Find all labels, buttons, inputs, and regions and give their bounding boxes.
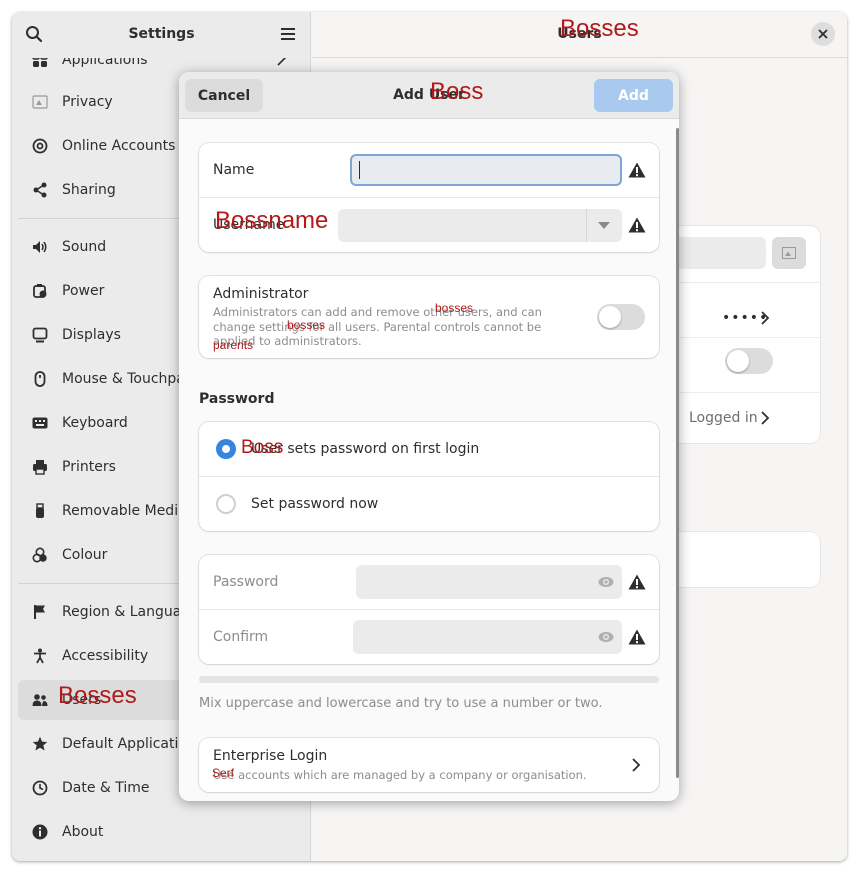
sidebar-item-about[interactable]: About bbox=[18, 812, 305, 852]
external-link-icon bbox=[276, 58, 290, 71]
flag-icon bbox=[32, 604, 48, 620]
edit-avatar-button[interactable] bbox=[772, 237, 806, 269]
overlay-label-bosses-admin-2: bosses bbox=[287, 318, 326, 332]
confirm-label: Confirm bbox=[213, 629, 269, 645]
sidebar-item-label: Date & Time bbox=[62, 780, 150, 796]
sidebar-title: Settings bbox=[128, 26, 195, 42]
name-label: Name bbox=[213, 162, 255, 178]
sidebar-item-label: Mouse & Touchpad bbox=[62, 371, 194, 387]
applications-icon bbox=[32, 58, 48, 68]
warning-icon bbox=[628, 217, 646, 233]
add-button[interactable]: Add bbox=[594, 79, 673, 112]
accessibility-icon bbox=[32, 648, 48, 664]
privacy-icon bbox=[32, 94, 48, 110]
dialog-header: Cancel Add User Add bbox=[179, 72, 679, 119]
sidebar-header: Settings bbox=[12, 12, 311, 58]
sidebar-item-label: Applications bbox=[62, 58, 148, 68]
overlay-label-bossname: Bossname bbox=[215, 207, 329, 234]
warning-icon bbox=[628, 574, 646, 590]
online-accounts-icon bbox=[32, 138, 48, 154]
radio-set-password-now[interactable] bbox=[216, 494, 236, 514]
administrator-switch[interactable] bbox=[597, 304, 645, 330]
confirm-input[interactable] bbox=[353, 620, 622, 654]
password-label: Password bbox=[213, 574, 279, 590]
automatic-login-switch[interactable] bbox=[725, 348, 773, 374]
enterprise-login-subtitle: Use accounts which are managed by a comp… bbox=[213, 768, 587, 782]
star-icon bbox=[32, 736, 48, 752]
close-button[interactable] bbox=[811, 22, 835, 46]
show-password-icon[interactable] bbox=[598, 631, 614, 643]
overlay-label-parents: parents bbox=[213, 338, 254, 352]
menu-icon[interactable] bbox=[278, 24, 298, 44]
chevron-down-icon[interactable] bbox=[598, 222, 610, 229]
image-icon bbox=[782, 247, 796, 259]
sidebar-item-label: Power bbox=[62, 283, 105, 299]
overlay-label-serf: Serf bbox=[212, 766, 235, 780]
displays-icon bbox=[32, 327, 48, 343]
close-icon bbox=[818, 29, 828, 39]
enterprise-login-title: Enterprise Login bbox=[213, 748, 328, 764]
overlay-label-bosses-header: Bosses bbox=[560, 15, 639, 42]
dialog-scrollbar[interactable] bbox=[676, 128, 679, 778]
info-icon bbox=[32, 824, 48, 840]
overlay-label-bosses-admin: bosses bbox=[435, 301, 474, 315]
sound-icon bbox=[32, 239, 48, 255]
sidebar-item-label: About bbox=[62, 824, 104, 840]
keyboard-icon bbox=[32, 415, 48, 431]
password-input[interactable] bbox=[356, 565, 622, 599]
sidebar-item-label: Displays bbox=[62, 327, 121, 343]
sidebar-item-label: Privacy bbox=[62, 94, 113, 110]
sharing-icon bbox=[32, 182, 48, 198]
administrator-label: Administrator bbox=[213, 286, 309, 302]
sidebar-item-label: Sharing bbox=[62, 182, 116, 198]
administrator-description: Administrators can add and remove other … bbox=[213, 305, 542, 348]
warning-icon bbox=[628, 629, 646, 645]
usb-icon bbox=[32, 503, 48, 519]
users-icon bbox=[32, 692, 48, 708]
sidebar-item-label: Printers bbox=[62, 459, 116, 475]
radio-first-login[interactable] bbox=[216, 439, 236, 459]
name-input[interactable] bbox=[350, 154, 622, 186]
colour-icon bbox=[32, 547, 48, 563]
sidebar-item-label: Accessibility bbox=[62, 648, 149, 664]
last-login-value: Logged in bbox=[689, 410, 758, 426]
enterprise-login-row[interactable]: Enterprise Login Use accounts which are … bbox=[199, 738, 659, 792]
sidebar-item-label: Colour bbox=[62, 547, 108, 563]
chevron-right-icon bbox=[760, 410, 770, 430]
text-caret bbox=[359, 161, 360, 179]
mouse-icon bbox=[32, 371, 48, 387]
administrator-card: Administrator Administrators can add and… bbox=[199, 276, 659, 358]
first-login-label[interactable]: User sets password on first login bbox=[251, 441, 479, 457]
overlay-label-boss-radio: Boss bbox=[241, 437, 284, 458]
warning-icon bbox=[628, 162, 646, 178]
overlay-label-boss-dialog: Boss bbox=[430, 78, 484, 105]
overlay-label-bosses-sidebar: Bosses bbox=[58, 682, 137, 709]
chevron-right-icon bbox=[760, 310, 770, 330]
printer-icon bbox=[32, 459, 48, 475]
name-card: Name Username bbox=[199, 143, 659, 252]
show-password-icon[interactable] bbox=[598, 576, 614, 588]
clock-icon bbox=[32, 780, 48, 796]
password-hint: Mix uppercase and lowercase and try to u… bbox=[199, 696, 603, 711]
sidebar-item-label: Sound bbox=[62, 239, 107, 255]
password-strength-bar bbox=[199, 676, 659, 683]
password-entry-card: Password Confirm bbox=[199, 555, 659, 664]
set-password-now-label[interactable]: Set password now bbox=[251, 496, 378, 512]
sidebar-item-label: Keyboard bbox=[62, 415, 128, 431]
power-icon bbox=[32, 283, 48, 299]
username-combobox[interactable] bbox=[338, 209, 622, 242]
password-section-title: Password bbox=[199, 391, 275, 407]
sidebar-item-label: Online Accounts bbox=[62, 138, 176, 154]
chevron-right-icon bbox=[632, 758, 641, 772]
sidebar-item-label: Removable Media bbox=[62, 503, 187, 519]
